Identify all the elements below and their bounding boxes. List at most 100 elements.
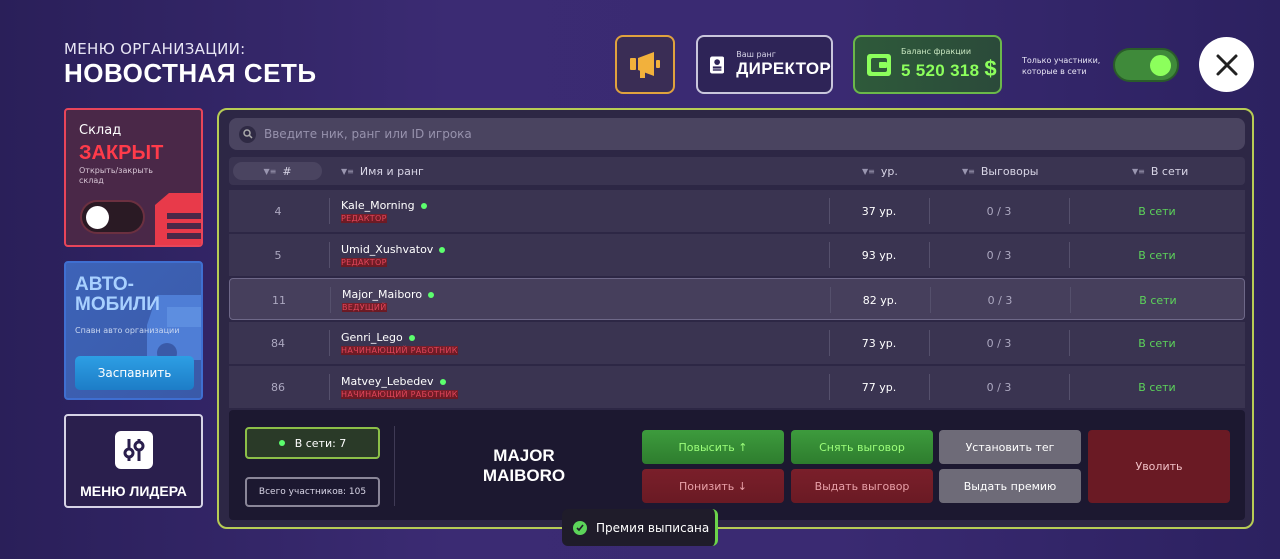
sliders-icon xyxy=(115,431,153,469)
sort-icon: ▼≡ xyxy=(1132,166,1145,176)
table-row[interactable]: 4 Kale_Morning РЕДАКТОР 37 ур. 0 / 3 В с… xyxy=(229,190,1245,232)
member-warnings: 0 / 3 xyxy=(986,248,1012,262)
remove-warning-button[interactable]: Снять выговор xyxy=(791,430,933,464)
row-name-cell: Major_Maiboro ВЕДУЩИЙ xyxy=(342,279,435,321)
search-icon xyxy=(239,125,256,143)
id-card-icon xyxy=(710,55,725,74)
vehicles-hint: Спавн авто организации xyxy=(75,326,180,335)
close-button[interactable] xyxy=(1199,37,1254,92)
sort-icon: ▼≡ xyxy=(862,166,875,176)
member-level: 82 ур. xyxy=(862,293,898,307)
table-row[interactable]: 86 Matvey_Lebedev НАЧИНАЮЩИЙ РАБОТНИК 77… xyxy=(229,366,1245,408)
row-name-cell: Umid_Xushvatov РЕДАКТОР xyxy=(341,234,446,276)
toast-notification: Премия выписана xyxy=(562,509,718,546)
sort-icon: ▼≡ xyxy=(263,166,277,176)
leader-menu-button[interactable]: МЕНЮ ЛИДЕРА xyxy=(64,414,203,508)
announcement-button[interactable] xyxy=(615,35,675,94)
col-number-header[interactable]: ▼≡ # xyxy=(233,162,322,180)
member-rank: ВЕДУЩИЙ xyxy=(342,303,387,312)
balance-amount: 5 520 318 xyxy=(901,61,980,80)
row-name-cell: Kale_Morning РЕДАКТОР xyxy=(341,190,427,232)
online-dot-icon xyxy=(439,378,446,385)
selected-member-name: MAJOR MAIBORO xyxy=(449,446,599,486)
leader-menu-label: МЕНЮ ЛИДЕРА xyxy=(80,483,187,499)
member-rank: НАЧИНАЮЩИЙ РАБОТНИК xyxy=(341,390,458,399)
toggle-knob xyxy=(1150,55,1171,76)
vehicles-card: АВТО- МОБИЛИ Спавн авто организации Заспа… xyxy=(64,261,203,400)
member-online-status: В сети xyxy=(1138,380,1176,394)
column-divider xyxy=(329,330,330,356)
balance-caption: Баланс фракции xyxy=(901,47,972,56)
online-filter-toggle[interactable] xyxy=(1113,48,1179,82)
row-name-cell: Matvey_Lebedev НАЧИНАЮЩИЙ РАБОТНИК xyxy=(341,366,458,408)
selected-name-line2: MAIBORO xyxy=(482,466,566,485)
member-rank: НАЧИНАЮЩИЙ РАБОТНИК xyxy=(341,346,458,355)
org-title-block: МЕНЮ ОРГАНИЗАЦИИ: НОВОСТНАЯ СЕТЬ xyxy=(64,40,317,89)
rank-display: Ваш ранг ДИРЕКТОР xyxy=(696,35,833,94)
column-divider xyxy=(329,374,330,400)
member-name: Matvey_Lebedev xyxy=(341,375,434,388)
spawn-vehicles-button[interactable]: Заспавнить xyxy=(75,356,194,390)
online-dot-icon xyxy=(439,246,446,253)
col-level-header[interactable]: ▼≡ ур. xyxy=(862,157,898,185)
member-name: Genri_Lego xyxy=(341,331,403,344)
table-row-selected[interactable]: 11 Major_Maiboro ВЕДУЩИЙ 82 ур. 0 / 3 В … xyxy=(229,278,1245,320)
row-number: 84 xyxy=(271,336,285,350)
vehicles-title-line2: МОБИЛИ xyxy=(75,294,160,315)
org-menu-subtitle: МЕНЮ ОРГАНИЗАЦИИ: xyxy=(64,40,246,58)
give-bonus-button[interactable]: Выдать премию xyxy=(939,469,1081,503)
toggle-knob xyxy=(86,206,109,229)
member-name: Kale_Morning xyxy=(341,199,415,212)
row-number: 5 xyxy=(274,248,282,262)
vehicles-title: АВТО- МОБИЛИ xyxy=(75,275,160,315)
rank-value: ДИРЕКТОР xyxy=(736,59,831,78)
col-online-header[interactable]: ▼≡ В сети xyxy=(1132,157,1188,185)
warehouse-toggle[interactable] xyxy=(80,200,145,234)
megaphone-icon xyxy=(630,51,660,78)
member-warnings: 0 / 3 xyxy=(987,293,1013,307)
give-warning-button[interactable]: Выдать выговор xyxy=(791,469,933,503)
currency-symbol: $ xyxy=(984,56,997,81)
col-warnings-header[interactable]: ▼≡ Выговоры xyxy=(962,157,1038,185)
row-name-cell: Genri_Lego НАЧИНАЮЩИЙ РАБОТНИК xyxy=(341,322,458,364)
member-online-status: В сети xyxy=(1139,293,1177,307)
member-rank: РЕДАКТОР xyxy=(341,258,387,267)
search-input[interactable] xyxy=(264,127,1164,141)
col-name-header[interactable]: ▼≡ Имя и ранг xyxy=(341,157,424,185)
org-name-title: НОВОСТНАЯ СЕТЬ xyxy=(64,58,317,88)
row-number: 4 xyxy=(274,204,282,218)
row-number: 86 xyxy=(271,380,285,394)
warehouse-status: ЗАКРЫТ xyxy=(79,142,164,164)
selected-name-line1: MAJOR xyxy=(493,446,555,465)
online-count-text: В сети: 7 xyxy=(294,436,347,450)
search-bar xyxy=(229,118,1245,150)
faction-balance: Баланс фракции 5 520 318 $ xyxy=(853,35,1002,94)
warehouse-hint: Открыть/закрыть склад xyxy=(79,166,154,185)
member-level: 37 ур. xyxy=(861,204,897,218)
online-dot-icon xyxy=(420,202,427,209)
fire-button[interactable]: Уволить xyxy=(1088,430,1230,503)
rank-caption: Ваш ранг xyxy=(736,50,776,59)
member-online-status: В сети xyxy=(1138,248,1176,262)
toast-message: Премия выписана xyxy=(596,520,710,535)
member-name: Major_Maiboro xyxy=(342,288,423,301)
online-dot-icon xyxy=(428,291,435,298)
col-name-label: Имя и ранг xyxy=(359,164,424,178)
warehouse-icon xyxy=(155,193,201,245)
members-panel: ▼≡ # ▼≡ Имя и ранг ▼≡ ур. ▼≡ Выговоры ▼≡ В се… xyxy=(217,108,1254,529)
table-header: ▼≡ # ▼≡ Имя и ранг ▼≡ ур. ▼≡ Выговоры ▼≡ В се… xyxy=(229,157,1245,185)
set-tag-button[interactable]: Установить тег xyxy=(939,430,1081,464)
action-bar: В сети: 7 Всего участников: 105 MAJOR MAI… xyxy=(229,410,1245,520)
table-row[interactable]: 84 Genri_Lego НАЧИНАЮЩИЙ РАБОТНИК 73 ур.… xyxy=(229,322,1245,364)
col-number-label: # xyxy=(282,164,292,178)
table-row[interactable]: 5 Umid_Xushvatov РЕДАКТОР 93 ур. 0 / 3 В… xyxy=(229,234,1245,276)
checkmark-icon xyxy=(573,520,587,535)
member-name: Umid_Xushvatov xyxy=(341,243,434,256)
demote-button[interactable]: Понизить ↓ xyxy=(642,469,784,503)
member-rank: РЕДАКТОР xyxy=(341,214,387,223)
promote-button[interactable]: Повысить ↑ xyxy=(642,430,784,464)
member-online-status: В сети xyxy=(1138,204,1176,218)
col-warnings-label: Выговоры xyxy=(980,164,1039,178)
col-online-label: В сети xyxy=(1150,164,1189,178)
online-count-badge: В сети: 7 xyxy=(245,427,380,459)
